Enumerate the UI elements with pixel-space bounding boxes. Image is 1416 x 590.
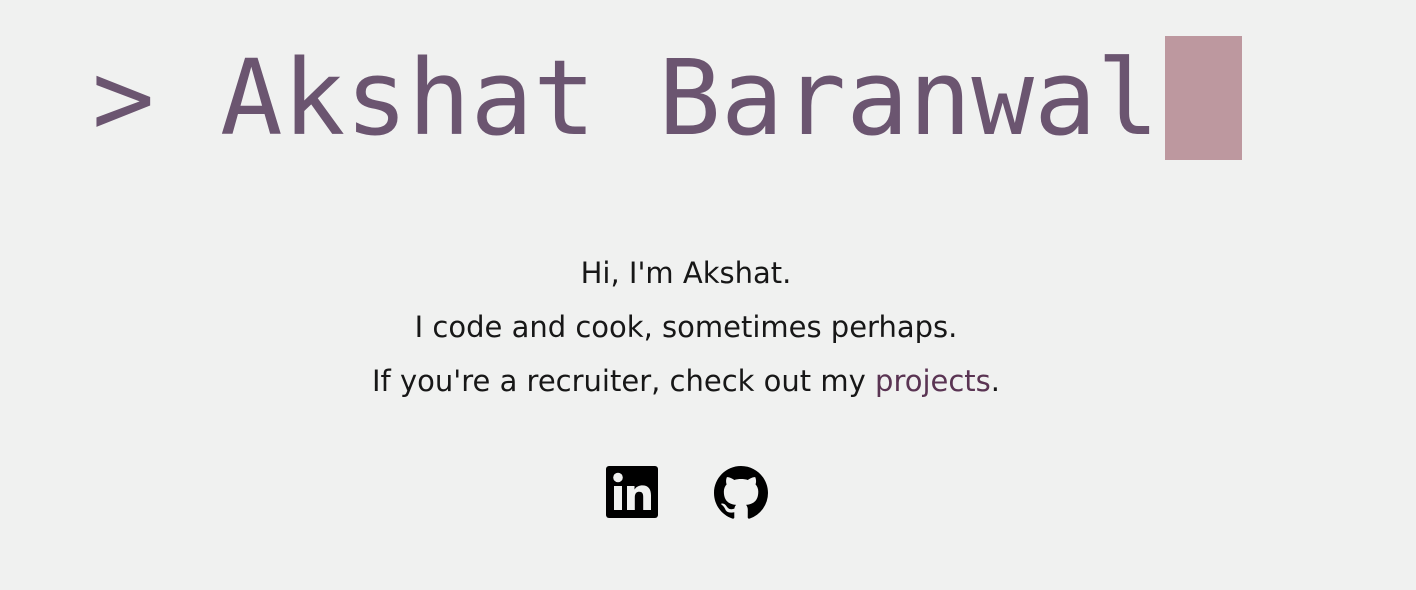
intro-line-greeting: Hi, I'm Akshat. [580, 256, 792, 290]
prompt-symbol: > [92, 37, 155, 159]
github-icon [714, 466, 768, 519]
linkedin-link[interactable] [606, 466, 658, 518]
terminal-cursor [1165, 36, 1243, 160]
recruiter-period: . [990, 364, 1001, 398]
intro-line-recruiter: If you're a recruiter, check out my proj… [0, 354, 1372, 408]
recruiter-text: If you're a recruiter, check out my [371, 364, 866, 398]
github-link[interactable] [714, 466, 768, 519]
projects-link[interactable]: projects [875, 364, 991, 398]
intro-text: Hi, I'm Akshat. I code and cook, sometim… [0, 246, 1372, 408]
intro-line-description: I code and cook, sometimes perhaps. [414, 310, 958, 344]
terminal-title: > Akshat Baranwal [92, 36, 1243, 160]
hero-header: > Akshat Baranwal [0, 0, 1416, 180]
linkedin-icon [606, 466, 658, 518]
page-title: Akshat Baranwal [220, 37, 1160, 159]
social-links [606, 466, 768, 519]
